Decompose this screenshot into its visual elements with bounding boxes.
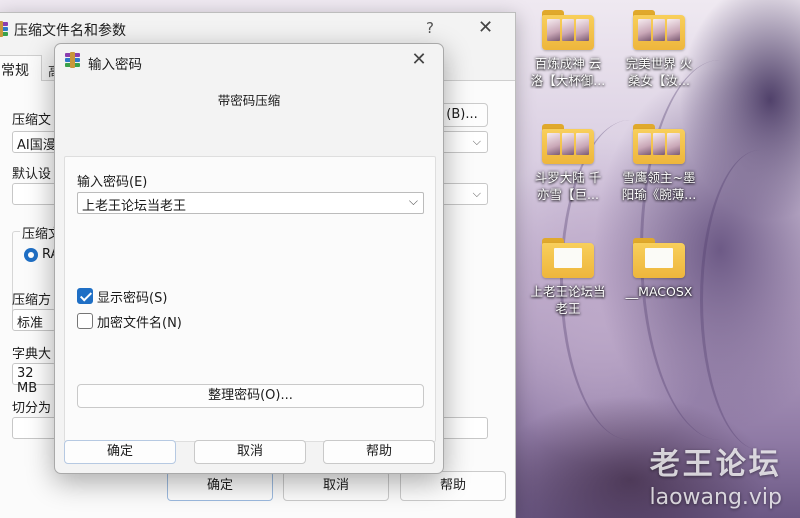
folder-icon	[542, 124, 594, 164]
desktop-folder-icon[interactable]: 斗罗大陆 千亦雪【巨...	[523, 124, 613, 203]
help-button[interactable]: 帮助	[400, 471, 506, 501]
folder-icon	[633, 124, 685, 164]
site-watermark: 老王论坛 laowang.vip	[649, 446, 782, 512]
chevron-down-icon[interactable]: ⌵	[473, 187, 481, 201]
enter-password-dialog: 输入密码 ✕ 带密码压缩 输入密码(E) 上老王论坛当老王 ⌵ 显示密码(S) …	[54, 43, 444, 474]
folder-label: 完美世界 火桑女【汝...	[625, 56, 693, 88]
help-icon[interactable]: ?	[426, 19, 434, 37]
folder-label: 斗罗大陆 千亦雪【巨...	[534, 170, 602, 202]
method-label: 压缩方	[12, 293, 52, 308]
folder-label: 雪鹰领主~墨 阳瑜《腕薄...	[621, 170, 697, 202]
folder-icon	[542, 238, 594, 278]
desktop-folder-icon[interactable]: 百炼成神 云洛【大杯御...	[523, 10, 613, 89]
window-title: 压缩文件名和参数	[14, 23, 126, 39]
close-icon[interactable]: ✕	[478, 17, 493, 38]
chevron-down-icon[interactable]: ⌵	[473, 135, 481, 149]
archive-name-label: 压缩文	[12, 113, 52, 128]
dictionary-size-label: 字典大	[12, 347, 52, 362]
desktop-folder-icon[interactable]: __MACOSX	[614, 238, 704, 300]
ok-button[interactable]: 确定	[64, 440, 176, 464]
archive-name-value: AI国漫	[17, 138, 56, 153]
winrar-logo-icon	[64, 52, 81, 68]
password-input[interactable]: 上老王论坛当老王 ⌵	[77, 192, 424, 214]
cancel-button[interactable]: 取消	[283, 471, 389, 501]
dialog-title: 输入密码	[88, 57, 142, 73]
folder-icon	[633, 238, 685, 278]
folder-icon	[633, 10, 685, 50]
show-password-label: 显示密码(S)	[97, 291, 168, 306]
password-value: 上老王论坛当老王	[82, 199, 187, 214]
method-value: 标准	[17, 316, 44, 331]
watermark-url: laowang.vip	[649, 485, 782, 510]
method-dropdown[interactable]: 标准	[12, 309, 56, 331]
tab-general[interactable]: 常规	[0, 55, 42, 82]
dictionary-size-dropdown[interactable]: 32 MB	[12, 363, 56, 396]
dialog-titlebar: 输入密码 ✕	[55, 44, 443, 78]
winrar-logo-icon	[0, 21, 9, 37]
folder-label: 上老王论坛当 老王	[530, 284, 606, 316]
cancel-button[interactable]: 取消	[194, 440, 306, 464]
desktop-folder-icon[interactable]: 完美世界 火桑女【汝...	[614, 10, 704, 89]
dictionary-size-value: 32 MB	[17, 366, 38, 396]
encrypt-filenames-checkbox[interactable]	[77, 313, 93, 329]
organize-passwords-button[interactable]: 整理密码(O)...	[77, 384, 424, 408]
show-password-checkbox[interactable]	[77, 288, 93, 304]
rar-format-radio[interactable]	[24, 248, 38, 262]
split-volumes-label: 切分为	[12, 401, 52, 416]
password-label: 输入密码(E)	[77, 175, 148, 190]
default-profile-label: 默认设	[12, 167, 52, 182]
desktop-folder-icon[interactable]: 雪鹰领主~墨 阳瑜《腕薄...	[614, 124, 704, 203]
folder-icon	[542, 10, 594, 50]
dialog-heading: 带密码压缩	[217, 93, 281, 108]
encrypt-filenames-label: 加密文件名(N)	[97, 316, 182, 331]
password-panel: 输入密码(E) 上老王论坛当老王 ⌵ 显示密码(S) 加密文件名(N) 整理密码…	[64, 156, 436, 442]
chevron-down-icon[interactable]: ⌵	[409, 194, 418, 209]
window-titlebar: 压缩文件名和参数 ? ✕	[0, 13, 515, 45]
folder-label: 百炼成神 云洛【大杯御...	[530, 56, 606, 88]
ok-button[interactable]: 确定	[167, 471, 273, 501]
close-icon[interactable]: ✕	[407, 49, 431, 70]
watermark-title: 老王论坛	[649, 447, 782, 482]
desktop-folder-icon[interactable]: 上老王论坛当 老王	[523, 238, 613, 317]
help-button[interactable]: 帮助	[323, 440, 435, 464]
folder-label: __MACOSX	[625, 284, 693, 299]
